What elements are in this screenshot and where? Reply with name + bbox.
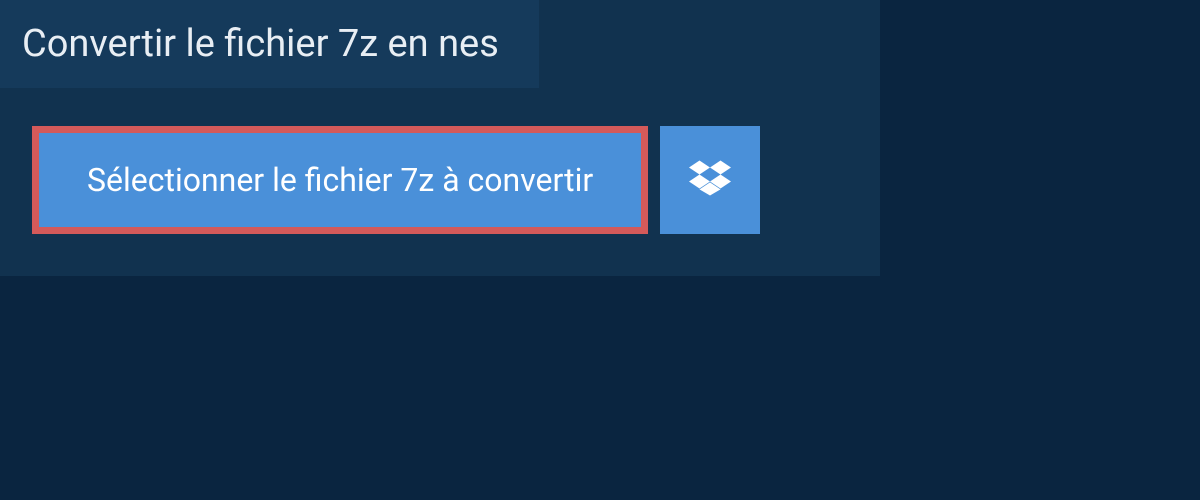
select-file-button[interactable]: Sélectionner le fichier 7z à convertir [32, 126, 648, 234]
page-title: Convertir le fichier 7z en nes [0, 0, 539, 88]
select-file-label: Sélectionner le fichier 7z à convertir [87, 161, 593, 199]
dropbox-button[interactable] [660, 126, 760, 234]
converter-panel: Convertir le fichier 7z en nes Sélection… [0, 0, 880, 276]
title-text: Convertir le fichier 7z en nes [22, 22, 499, 66]
dropbox-icon [689, 157, 731, 203]
action-row: Sélectionner le fichier 7z à convertir [0, 88, 880, 276]
